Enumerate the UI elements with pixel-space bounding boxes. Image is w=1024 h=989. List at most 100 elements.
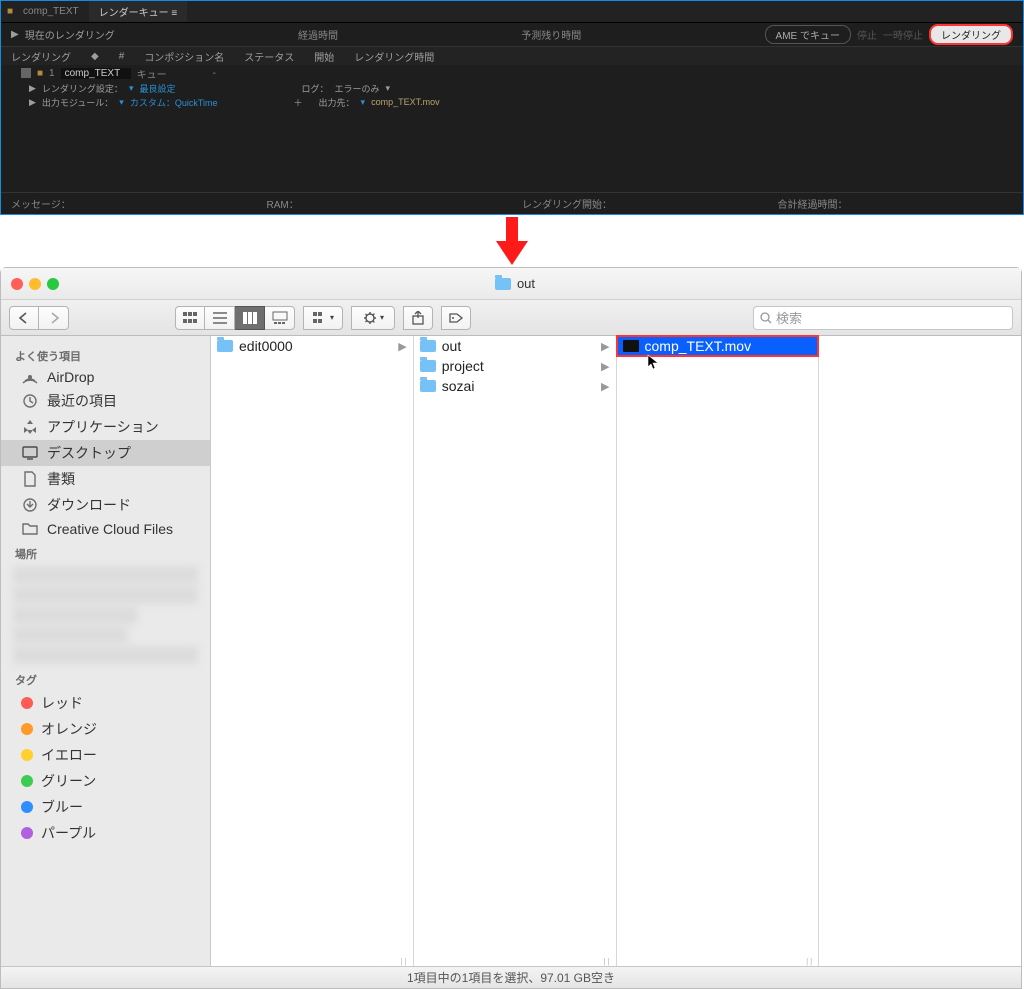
chevron-right-icon[interactable]: ▶ — [29, 97, 36, 108]
column-resize-handle[interactable]: || — [401, 957, 409, 966]
group-by-button[interactable]: ▾ — [303, 306, 343, 330]
output-file-link[interactable]: comp_TEXT.mov — [371, 97, 440, 107]
finder-toolbar: ▾ ▾ 検索 — [1, 300, 1021, 336]
forward-button[interactable] — [39, 306, 69, 330]
sidebar-tag-item[interactable]: オレンジ — [1, 716, 210, 742]
dropdown-icon[interactable]: ▾ — [129, 83, 134, 94]
tag-label: イエロー — [41, 745, 97, 765]
sidebar-item-label: アプリケーション — [47, 417, 159, 437]
sidebar-item-label: 書類 — [47, 469, 75, 489]
location-item-blurred[interactable] — [13, 646, 198, 664]
log-value[interactable]: エラーのみ — [335, 82, 380, 95]
column-3[interactable]: comp_TEXT.mov || — [617, 336, 820, 966]
folder-icon — [495, 278, 511, 290]
icon-view-button[interactable] — [175, 306, 205, 330]
message-label: メッセージ： — [1, 196, 257, 211]
title-text: out — [517, 276, 535, 291]
sidebar-item-desktop[interactable]: デスクトップ — [1, 440, 210, 466]
item-label: sozai — [442, 378, 475, 394]
sidebar-tag-item[interactable]: パープル — [1, 820, 210, 846]
plus-icon[interactable]: ＋ — [294, 96, 303, 109]
header-render: レンダリング — [11, 49, 71, 64]
chevron-right-icon: ▶ — [601, 340, 609, 353]
sidebar-locations-header: 場所 — [1, 540, 210, 564]
zoom-window-button[interactable] — [47, 278, 59, 290]
column-view-button[interactable] — [235, 306, 265, 330]
sidebar-tag-item[interactable]: グリーン — [1, 768, 210, 794]
list-item[interactable]: edit0000 ▶ — [211, 336, 413, 356]
minimize-window-button[interactable] — [29, 278, 41, 290]
sidebar-tag-item[interactable]: レッド — [1, 690, 210, 716]
chevron-right-icon[interactable]: ▶ — [29, 83, 36, 94]
status-text: 1項目中の1項目を選択、97.01 GB空き — [407, 969, 615, 986]
sidebar-tags-header: タグ — [1, 666, 210, 690]
list-view-button[interactable] — [205, 306, 235, 330]
location-item-blurred[interactable] — [13, 566, 198, 584]
gallery-view-button[interactable] — [265, 306, 295, 330]
desktop-icon — [21, 445, 39, 461]
sidebar-item-applications[interactable]: アプリケーション — [1, 414, 210, 440]
list-item[interactable]: comp_TEXT.mov — [617, 336, 819, 356]
close-window-button[interactable] — [11, 278, 23, 290]
header-time: レンダリング時間 — [354, 49, 434, 64]
tag-label: グリーン — [41, 771, 96, 791]
tab-render-queue[interactable]: レンダーキュー ≡ — [89, 1, 188, 22]
total-elapsed-label: 合計経過時間： — [768, 196, 1024, 211]
sidebar-item-label: ダウンロード — [47, 495, 131, 515]
output-to-label: 出力先： — [319, 96, 355, 109]
tag-dot-icon — [21, 801, 33, 813]
chevron-right-icon[interactable]: ▶ — [11, 29, 19, 40]
document-icon — [21, 471, 39, 487]
sidebar-item-recents[interactable]: 最近の項目 — [1, 388, 210, 414]
dropdown-icon[interactable]: ▾ — [361, 97, 366, 108]
back-button[interactable] — [9, 306, 39, 330]
output-module-link[interactable]: カスタム：QuickTime — [130, 96, 218, 109]
list-item[interactable]: out ▶ — [414, 336, 616, 356]
downloads-icon — [21, 497, 39, 513]
sidebar-item-downloads[interactable]: ダウンロード — [1, 492, 210, 518]
location-item-blurred[interactable] — [13, 606, 138, 624]
render-button[interactable]: レンダリング — [929, 24, 1013, 45]
sidebar-tag-item[interactable]: ブルー — [1, 794, 210, 820]
applications-icon — [21, 419, 39, 435]
sidebar-favorites-header: よく使う項目 — [1, 342, 210, 366]
finder-titlebar[interactable]: out — [1, 268, 1021, 300]
comp-name[interactable]: comp_TEXT — [61, 68, 131, 79]
search-input[interactable]: 検索 — [753, 306, 1013, 330]
location-item-blurred[interactable] — [13, 626, 128, 644]
list-item[interactable]: sozai ▶ — [414, 376, 616, 396]
sidebar-tag-item[interactable]: イエロー — [1, 742, 210, 768]
location-item-blurred[interactable] — [13, 586, 198, 604]
render-settings-link[interactable]: 最良設定 — [139, 82, 175, 95]
sidebar-item-documents[interactable]: 書類 — [1, 466, 210, 492]
render-checkbox[interactable] — [21, 68, 31, 78]
item-number: 1 — [49, 68, 55, 79]
render-item-row[interactable]: ■ 1 comp_TEXT キュー - — [1, 65, 1023, 81]
sidebar-item-creative-cloud[interactable]: Creative Cloud Files — [1, 518, 210, 540]
list-item[interactable]: project ▶ — [414, 356, 616, 376]
sidebar-item-label: AirDrop — [47, 369, 94, 385]
airdrop-icon — [21, 369, 39, 385]
finder-sidebar: よく使う項目 AirDrop 最近の項目 アプリケーション デスクトップ 書類 … — [1, 336, 211, 966]
tags-button[interactable] — [441, 306, 471, 330]
output-module-label: 出力モジュール： — [42, 96, 113, 109]
finder-status-bar: 1項目中の1項目を選択、97.01 GB空き — [1, 966, 1021, 988]
tab-comp[interactable]: comp_TEXT — [13, 3, 89, 20]
column-resize-handle[interactable]: || — [603, 957, 611, 966]
dropdown-icon[interactable]: ▾ — [119, 97, 124, 108]
render-start-label: レンダリング開始： — [512, 196, 768, 211]
action-button[interactable]: ▾ — [351, 306, 395, 330]
column-4[interactable] — [819, 336, 1021, 966]
column-2[interactable]: out ▶ project ▶ sozai ▶ || — [414, 336, 617, 966]
tag-label: ブルー — [41, 797, 83, 817]
ram-label: RAM： — [257, 196, 513, 211]
column-resize-handle[interactable]: || — [806, 957, 814, 966]
share-button[interactable] — [403, 306, 433, 330]
sidebar-item-label: デスクトップ — [47, 443, 131, 463]
column-1[interactable]: edit0000 ▶ || — [211, 336, 414, 966]
window-title: out — [65, 276, 965, 291]
sidebar-item-airdrop[interactable]: AirDrop — [1, 366, 210, 388]
ame-queue-button[interactable]: AME でキュー — [765, 25, 851, 44]
dropdown-icon[interactable]: ▾ — [386, 83, 391, 94]
bullet-icon: ◆ — [91, 51, 99, 62]
